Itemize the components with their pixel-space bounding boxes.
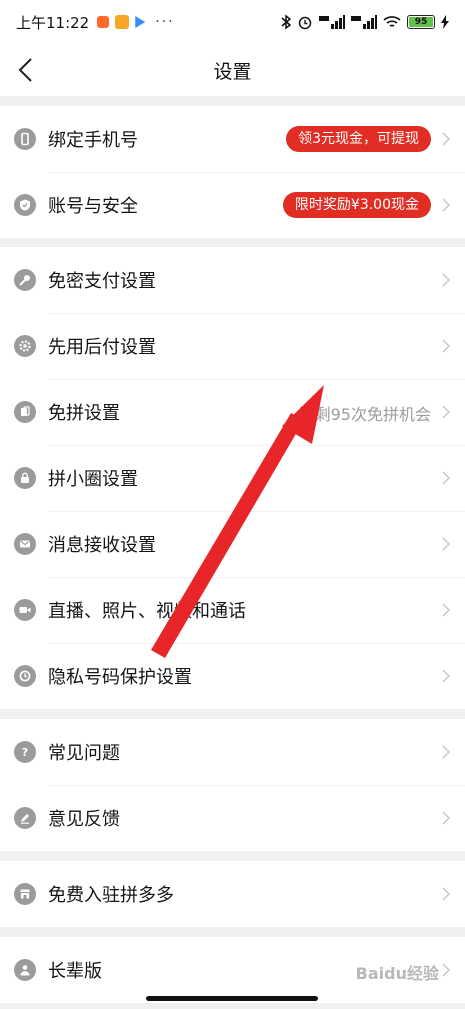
- status-right: 95: [281, 14, 449, 30]
- settings-item-label: 绑定手机号: [48, 130, 138, 151]
- reward-badge: 领3元现金，可提现: [286, 126, 431, 152]
- signal-icon: [351, 15, 377, 29]
- settings-group-help: ? 常见问题 意见反馈: [0, 719, 465, 851]
- chevron-right-icon: [442, 603, 451, 617]
- question-icon: ?: [14, 741, 36, 763]
- chevron-right-icon: [442, 811, 451, 825]
- settings-item-label: 直播、照片、视频和通话: [48, 601, 246, 622]
- back-icon[interactable]: [14, 56, 38, 84]
- settings-item-pay-later[interactable]: 先用后付设置: [0, 313, 465, 379]
- reward-badge: 限时奖励¥3.00现金: [282, 192, 431, 218]
- free-group-hint: 还剩95次免拼机会: [298, 405, 431, 424]
- status-app-icons: [97, 15, 146, 29]
- wifi-icon: [383, 16, 401, 27]
- settings-item-label: 意见反馈: [48, 809, 120, 830]
- gear-icon: [14, 335, 36, 357]
- status-bar: 上午11:22 ··· 95: [0, 0, 465, 44]
- battery-level: 95: [414, 17, 428, 27]
- chevron-right-icon: [442, 887, 451, 901]
- settings-group-merchant: 免费入驻拼多多: [0, 861, 465, 927]
- pen-icon: [14, 807, 36, 829]
- settings-item-label: 长辈版: [48, 961, 102, 982]
- settings-item-feedback[interactable]: 意见反馈: [0, 785, 465, 851]
- notification-app-icon: [135, 16, 146, 28]
- charging-icon: [441, 15, 449, 29]
- chevron-right-icon: [442, 963, 451, 977]
- settings-item-privacy-number[interactable]: 隐私号码保护设置: [0, 643, 465, 709]
- settings-item-label: 消息接收设置: [48, 535, 156, 556]
- notification-app-icon: [115, 15, 130, 29]
- chevron-right-icon: [442, 745, 451, 759]
- watermark-logo: Baidu经验: [355, 964, 439, 983]
- notification-app-icon: [97, 16, 110, 28]
- lock-icon: [14, 467, 36, 489]
- settings-item-free-group[interactable]: 免拼设置 还剩95次免拼机会: [0, 379, 465, 445]
- settings-item-label: 免密支付设置: [48, 271, 156, 292]
- settings-item-label: 免拼设置: [48, 403, 120, 424]
- battery-icon: 95: [407, 15, 435, 29]
- settings-item-live-photo-video-call[interactable]: 直播、照片、视频和通话: [0, 577, 465, 643]
- settings-item-passwordless-pay[interactable]: 免密支付设置: [0, 247, 465, 313]
- settings-item-notifications[interactable]: 消息接收设置: [0, 511, 465, 577]
- cards-icon: [14, 401, 36, 423]
- settings-item-label: 隐私号码保护设置: [48, 667, 192, 688]
- settings-item-bind-phone[interactable]: 绑定手机号 领3元现金，可提现: [0, 106, 465, 172]
- settings-item-label: 免费入驻拼多多: [48, 885, 174, 906]
- settings-item-label: 常见问题: [48, 743, 120, 764]
- settings-item-account-security[interactable]: 账号与安全 限时奖励¥3.00现金: [0, 172, 465, 238]
- bluetooth-icon: [281, 14, 291, 30]
- svg-text:?: ?: [22, 746, 28, 759]
- chevron-right-icon: [442, 339, 451, 353]
- settings-item-label: 账号与安全: [48, 196, 138, 217]
- mail-icon: [14, 533, 36, 555]
- alarm-icon: [298, 16, 312, 30]
- signal-icon: [319, 15, 345, 29]
- chevron-right-icon: [442, 198, 451, 212]
- clock-icon: [14, 665, 36, 687]
- chevron-right-icon: [442, 537, 451, 551]
- nav-bar: 设置: [0, 44, 465, 96]
- settings-item-label: 先用后付设置: [48, 337, 156, 358]
- elder-icon: [14, 959, 36, 981]
- camera-icon: [14, 599, 36, 621]
- chevron-right-icon: [442, 669, 451, 683]
- chevron-right-icon: [442, 273, 451, 287]
- settings-group-account: 绑定手机号 领3元现金，可提现 账号与安全 限时奖励¥3.00现金: [0, 106, 465, 238]
- chevron-right-icon: [442, 405, 451, 419]
- phone-icon: [14, 128, 36, 150]
- chevron-right-icon: [442, 132, 451, 146]
- home-indicator[interactable]: [146, 996, 318, 1001]
- chevron-right-icon: [442, 471, 451, 485]
- settings-group-preferences: 免密支付设置 先用后付设置 免拼设置 还剩95次免拼机会 拼小圈设置 消息接收设…: [0, 247, 465, 709]
- page-title: 设置: [213, 60, 252, 83]
- settings-item-label: 拼小圈设置: [48, 469, 138, 490]
- status-time: 上午11:22: [16, 13, 90, 32]
- settings-item-merchant-join[interactable]: 免费入驻拼多多: [0, 861, 465, 927]
- settings-item-circle[interactable]: 拼小圈设置: [0, 445, 465, 511]
- shield-icon: [14, 194, 36, 216]
- store-icon: [14, 883, 36, 905]
- key-icon: [14, 269, 36, 291]
- status-more-dots: ···: [155, 14, 175, 30]
- settings-item-faq[interactable]: ? 常见问题: [0, 719, 465, 785]
